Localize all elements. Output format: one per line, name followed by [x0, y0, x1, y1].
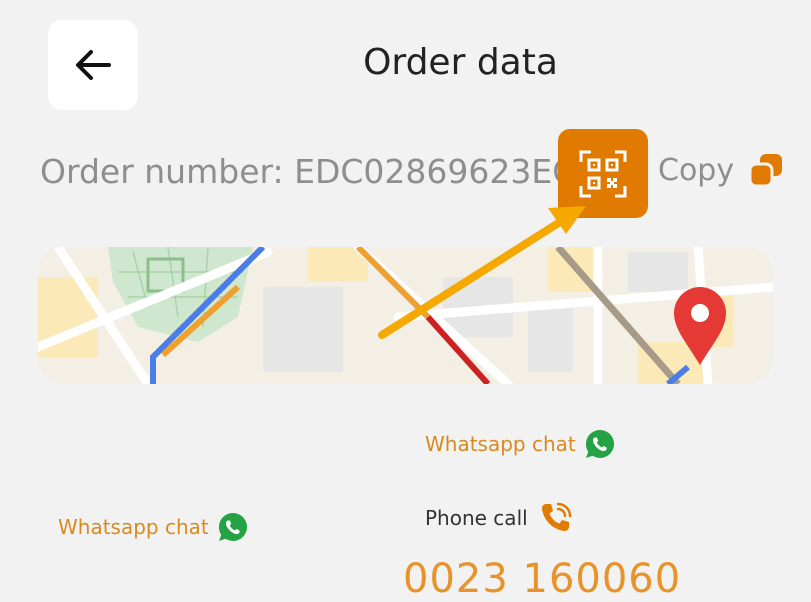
- qr-code-icon: [579, 150, 627, 197]
- phone-ringing-icon: [541, 502, 571, 531]
- whatsapp-chat-link-left[interactable]: Whatsapp chat: [58, 511, 249, 543]
- whatsapp-icon: [585, 429, 614, 458]
- map-image: [38, 247, 773, 384]
- whatsapp-chat-link-top[interactable]: Whatsapp chat: [425, 428, 616, 460]
- phone-call-label: Phone call: [425, 506, 528, 530]
- order-map[interactable]: [38, 247, 773, 384]
- page-title: Order data: [363, 42, 558, 83]
- phone-number[interactable]: 0023 160060: [403, 556, 681, 602]
- copy-button[interactable]: Copy: [658, 152, 784, 188]
- copy-icon: [748, 154, 783, 188]
- whatsapp-chat-label: Whatsapp chat: [425, 432, 576, 456]
- qr-code-button[interactable]: [558, 129, 648, 218]
- copy-label: Copy: [658, 152, 735, 188]
- order-number-label: Order number: EDC02869623EG: [40, 152, 578, 191]
- whatsapp-chat-label: Whatsapp chat: [58, 515, 209, 539]
- phone-call-link[interactable]: Phone call: [425, 500, 574, 536]
- whatsapp-icon: [218, 512, 247, 541]
- arrow-left-icon: [76, 50, 111, 80]
- back-button[interactable]: [48, 20, 138, 110]
